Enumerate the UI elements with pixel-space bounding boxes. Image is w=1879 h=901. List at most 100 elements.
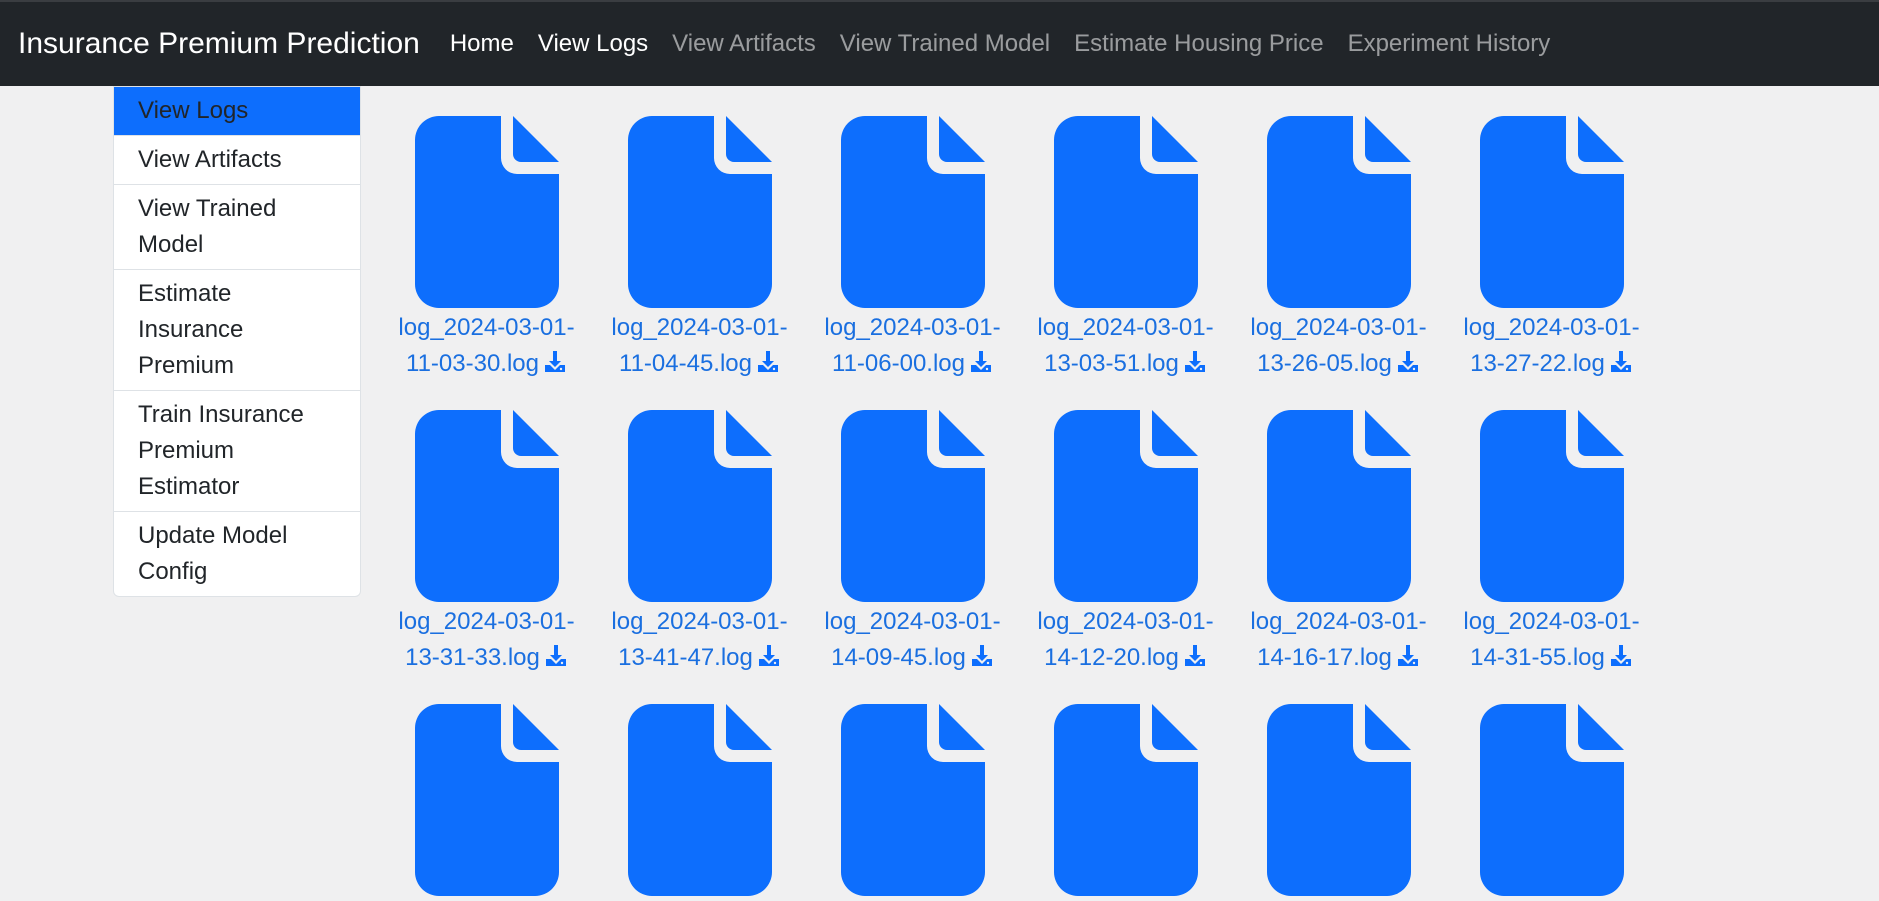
sidebar-item-view-trained-model[interactable]: View Trained Model: [114, 184, 360, 269]
log-file-name-line1: log_2024-03-01-: [1463, 314, 1640, 341]
log-file-tile[interactable]: log_2024-03-01- 14-31-55.log: [1445, 410, 1658, 676]
log-file-tile[interactable]: log_2024-03-01- 13-27-22.log: [1445, 116, 1658, 382]
log-file-name-line1: log_2024-03-01-: [824, 314, 1001, 341]
navbar-brand[interactable]: Insurance Premium Prediction: [18, 27, 420, 61]
log-file-name-line1: log_2024-03-01-: [398, 608, 575, 635]
nav-link-view-artifacts[interactable]: View Artifacts: [660, 30, 828, 58]
log-file-link[interactable]: log_2024-03-01- 13-26-05.log: [1232, 310, 1445, 382]
log-file-tile[interactable]: log_2024-03-01- 11-03-30.log: [380, 116, 593, 382]
download-icon[interactable]: [970, 644, 994, 668]
log-file-tile[interactable]: log_2024-03-01- 13-03-51.log: [1019, 116, 1232, 382]
download-icon[interactable]: [1396, 644, 1420, 668]
log-file-link[interactable]: log_2024-03-01- 14-12-20.log: [1019, 604, 1232, 676]
log-file-tile[interactable]: log_2024-03-01- 13-41-47.log: [593, 410, 806, 676]
download-icon[interactable]: [1609, 350, 1633, 374]
log-file-tile[interactable]: log_2024-03-01- 14-16-17.log: [1232, 410, 1445, 676]
file-icon: [1266, 704, 1411, 896]
navbar-links: Home View Logs View Artifacts View Train…: [438, 30, 1562, 58]
download-icon[interactable]: [757, 644, 781, 668]
log-file-name-line2: 11-06-00.log: [832, 350, 965, 377]
log-file-link[interactable]: log_2024-03-01- 13-31-33.log: [380, 604, 593, 676]
download-icon[interactable]: [756, 350, 780, 374]
file-icon: [840, 704, 985, 896]
log-file-name-line2: 11-04-45.log: [619, 350, 752, 377]
log-file-link[interactable]: log_2024-03-01- 14-16-17.log: [1232, 604, 1445, 676]
log-file-name-line2: 13-31-33.log: [405, 644, 540, 671]
log-file-link[interactable]: log_2024-03-01- 13-03-51.log: [1019, 310, 1232, 382]
log-file-tile[interactable]: [1019, 704, 1232, 896]
top-navbar: Insurance Premium Prediction Home View L…: [0, 0, 1879, 86]
file-icon: [627, 410, 772, 602]
log-file-link[interactable]: log_2024-03-01- 14-09-45.log: [806, 604, 1019, 676]
log-file-tile[interactable]: log_2024-03-01- 13-31-33.log: [380, 410, 593, 676]
file-icon: [1266, 410, 1411, 602]
log-file-name-line1: log_2024-03-01-: [1037, 314, 1214, 341]
download-icon[interactable]: [1183, 350, 1207, 374]
log-file-link[interactable]: log_2024-03-01- 13-27-22.log: [1445, 310, 1658, 382]
log-file-name-line1: log_2024-03-01-: [1250, 608, 1427, 635]
log-file-link[interactable]: log_2024-03-01- 11-06-00.log: [806, 310, 1019, 382]
log-file-name-line2: 13-27-22.log: [1470, 350, 1605, 377]
file-icon: [1053, 410, 1198, 602]
log-file-tile[interactable]: [1445, 704, 1658, 896]
sidebar-menu: View Logs View Artifacts View Trained Mo…: [113, 86, 361, 597]
file-icon: [1479, 704, 1624, 896]
log-file-name-line1: log_2024-03-01-: [1037, 608, 1214, 635]
nav-link-view-logs[interactable]: View Logs: [526, 30, 660, 58]
sidebar-item-view-artifacts[interactable]: View Artifacts: [114, 135, 360, 184]
log-file-name-line1: log_2024-03-01-: [398, 314, 575, 341]
log-file-tile[interactable]: log_2024-03-01- 13-26-05.log: [1232, 116, 1445, 382]
log-file-name-line2: 13-26-05.log: [1257, 350, 1392, 377]
download-icon[interactable]: [544, 644, 568, 668]
file-icon: [414, 410, 559, 602]
log-file-name-line1: log_2024-03-01-: [1250, 314, 1427, 341]
log-file-tile[interactable]: log_2024-03-01- 14-09-45.log: [806, 410, 1019, 676]
sidebar-item-update-model-config[interactable]: Update Model Config: [114, 511, 360, 596]
log-file-name-line2: 13-41-47.log: [618, 644, 753, 671]
sidebar-item-train-estimator[interactable]: Train Insurance Premium Estimator: [114, 390, 360, 511]
nav-link-home[interactable]: Home: [438, 30, 526, 58]
download-icon[interactable]: [1396, 350, 1420, 374]
log-file-tile[interactable]: log_2024-03-01- 11-06-00.log: [806, 116, 1019, 382]
nav-link-view-trained-model[interactable]: View Trained Model: [828, 30, 1062, 58]
file-icon: [1053, 116, 1198, 308]
download-icon[interactable]: [543, 350, 567, 374]
file-icon: [627, 116, 772, 308]
log-file-name-line2: 11-03-30.log: [406, 350, 539, 377]
log-file-tile[interactable]: log_2024-03-01- 11-04-45.log: [593, 116, 806, 382]
log-file-link[interactable]: log_2024-03-01- 11-04-45.log: [593, 310, 806, 382]
log-file-tile[interactable]: [806, 704, 1019, 896]
log-file-name-line2: 14-31-55.log: [1470, 644, 1605, 671]
log-file-tile[interactable]: log_2024-03-01- 14-12-20.log: [1019, 410, 1232, 676]
download-icon[interactable]: [1183, 644, 1207, 668]
file-icon: [1053, 704, 1198, 896]
file-icon: [414, 116, 559, 308]
nav-link-estimate-housing-price[interactable]: Estimate Housing Price: [1062, 30, 1335, 58]
sidebar-item-estimate-insurance-premium[interactable]: Estimate Insurance Premium: [114, 269, 360, 390]
log-file-tile[interactable]: [380, 704, 593, 896]
log-file-name-line1: log_2024-03-01-: [1463, 608, 1640, 635]
log-file-name-line1: log_2024-03-01-: [611, 314, 788, 341]
sidebar-item-view-logs[interactable]: View Logs: [114, 87, 360, 135]
file-icon: [840, 116, 985, 308]
log-file-name-line2: 14-09-45.log: [831, 644, 966, 671]
file-icon: [627, 704, 772, 896]
nav-link-experiment-history[interactable]: Experiment History: [1336, 30, 1563, 58]
file-icon: [414, 704, 559, 896]
download-icon[interactable]: [969, 350, 993, 374]
log-file-name-line2: 14-16-17.log: [1257, 644, 1392, 671]
file-icon: [1266, 116, 1411, 308]
log-file-name-line1: log_2024-03-01-: [611, 608, 788, 635]
log-file-name-line2: 14-12-20.log: [1044, 644, 1179, 671]
file-icon: [1479, 116, 1624, 308]
log-file-name-line1: log_2024-03-01-: [824, 608, 1001, 635]
log-file-name-line2: 13-03-51.log: [1044, 350, 1179, 377]
log-file-tile[interactable]: [593, 704, 806, 896]
download-icon[interactable]: [1609, 644, 1633, 668]
file-icon: [840, 410, 985, 602]
log-file-link[interactable]: log_2024-03-01- 13-41-47.log: [593, 604, 806, 676]
log-file-tile[interactable]: [1232, 704, 1445, 896]
file-icon: [1479, 410, 1624, 602]
log-file-link[interactable]: log_2024-03-01- 14-31-55.log: [1445, 604, 1658, 676]
log-file-link[interactable]: log_2024-03-01- 11-03-30.log: [380, 310, 593, 382]
